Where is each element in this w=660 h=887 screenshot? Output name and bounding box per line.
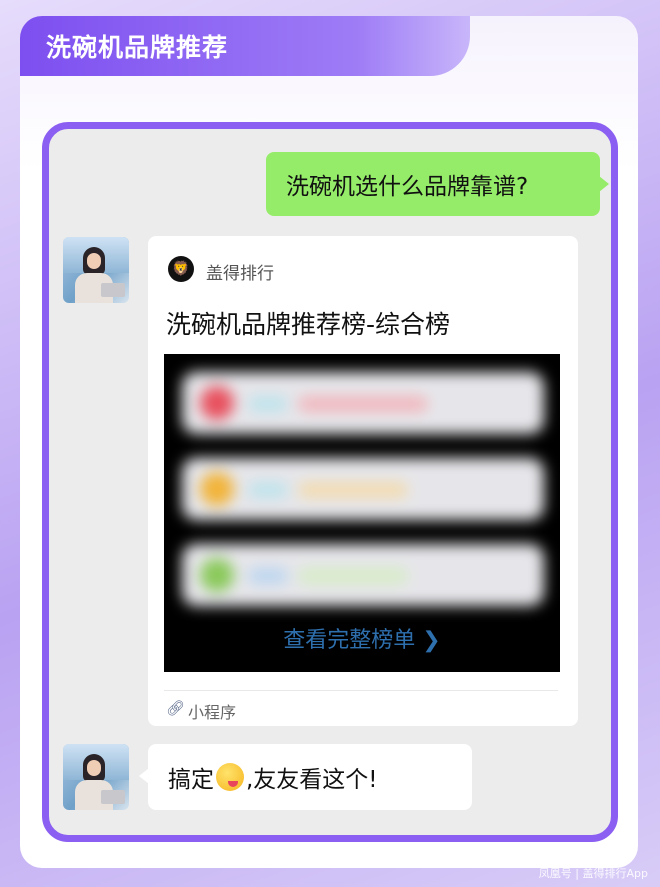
blurred-rank-row	[182, 544, 544, 606]
blur-line	[298, 482, 408, 498]
source-logo-icon: 🦁	[168, 256, 194, 282]
avatar[interactable]	[63, 744, 129, 810]
avatar-laptop	[101, 283, 125, 297]
reply-text-before: 搞定	[168, 767, 214, 793]
blurred-rank-row	[182, 372, 544, 434]
avatar[interactable]	[63, 237, 129, 303]
rank-dot	[200, 386, 234, 420]
rank-dot	[200, 558, 234, 592]
page-title: 洗碗机品牌推荐	[46, 33, 229, 62]
blur-line	[248, 568, 288, 584]
ranking-preview-image[interactable]: 查看完整榜单 ❯	[164, 354, 560, 672]
blur-line	[298, 568, 408, 584]
question-text: 洗碗机选什么品牌靠谱?	[286, 174, 529, 200]
rank-dot	[200, 472, 234, 506]
card-divider	[164, 690, 558, 691]
reply-bubble[interactable]: 搞定 ,友友看这个!	[139, 744, 472, 810]
link-icon: 🔗︎	[166, 699, 186, 717]
wink-tongue-emoji-icon	[216, 763, 244, 791]
watermark: 凤凰号 | 盖得排行App	[538, 867, 648, 880]
blur-line	[248, 396, 288, 412]
avatar-laptop	[101, 790, 125, 804]
blur-line	[298, 396, 428, 412]
avatar-face	[87, 253, 101, 269]
card-source-name: 盖得排行	[206, 264, 274, 284]
view-full-list-link[interactable]: 查看完整榜单 ❯	[164, 622, 560, 654]
blur-line	[248, 482, 288, 498]
mini-program-label: 小程序	[188, 703, 237, 722]
card-title: 洗碗机品牌推荐榜-综合榜	[166, 310, 451, 339]
user-question-bubble[interactable]: 洗碗机选什么品牌靠谱?	[266, 152, 609, 216]
blurred-rank-row	[182, 458, 544, 520]
reply-text-after: ,友友看这个!	[246, 767, 378, 793]
avatar-face	[87, 760, 101, 776]
